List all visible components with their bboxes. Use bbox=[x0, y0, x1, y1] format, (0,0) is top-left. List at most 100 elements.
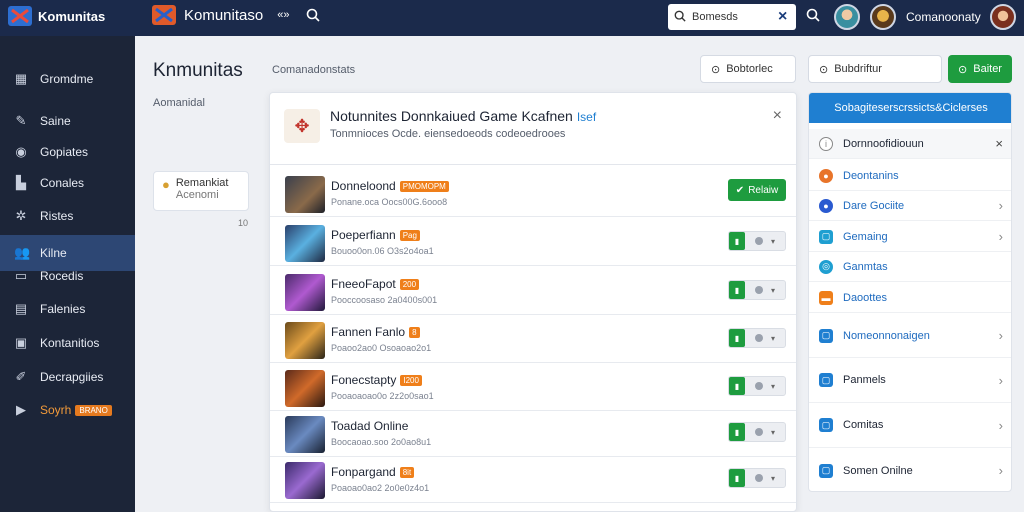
chevron-right-icon[interactable]: › bbox=[999, 328, 1003, 343]
list-item[interactable]: Fonecstapty I200 Pooaoaoao0o 2z2o0sao1 ▮ ▾ bbox=[270, 363, 796, 411]
info-count: 10 bbox=[238, 218, 249, 228]
game-name: Fannen Fanlo bbox=[331, 325, 406, 339]
chevron-down-icon[interactable]: ▾ bbox=[771, 334, 775, 343]
sidebar-item-label: Gopiates bbox=[40, 145, 89, 159]
sidebar-item-soyrh[interactable]: ▶ Soyrh BRANO bbox=[0, 395, 135, 425]
panel-item[interactable]: i Dornnoofidiouun × bbox=[809, 129, 1011, 159]
avatar[interactable] bbox=[834, 4, 860, 30]
sidebar-item-label: Soyrh bbox=[40, 403, 72, 417]
close-icon[interactable]: × bbox=[773, 107, 782, 125]
sidebar-item-ristes[interactable]: ✲ Ristes bbox=[0, 201, 135, 231]
row-toggle[interactable]: ▮ ▾ bbox=[728, 422, 786, 442]
add-button[interactable]: ⊙ Baiter bbox=[948, 55, 1012, 83]
chevron-down-icon[interactable]: ▾ bbox=[771, 428, 775, 437]
toggle-on-icon[interactable]: ▮ bbox=[729, 281, 745, 299]
dialog-title: Notunnites Donnkaiued Game Kcafnen Isef bbox=[330, 108, 596, 124]
row-toggle[interactable]: ▮ ▾ bbox=[728, 376, 786, 396]
panel-header[interactable]: Sobagiteserscrssicts&Ciclerses bbox=[809, 93, 1011, 123]
info-card[interactable]: ● Remankiat Acenomi bbox=[153, 171, 249, 211]
game-thumbnail bbox=[285, 322, 325, 359]
sidebar-item-conales[interactable]: ▙ Conales bbox=[0, 168, 135, 198]
row-toggle[interactable]: ▮ ▾ bbox=[728, 231, 786, 251]
window-icon: ▢ bbox=[819, 463, 833, 478]
panel-item[interactable]: ▢ Panmels › bbox=[809, 358, 1011, 403]
list-item[interactable]: Donneloond PMOMOPM Ponane.oca Oocs00G.6oo… bbox=[270, 169, 796, 217]
toggle-on-icon[interactable]: ▮ bbox=[729, 232, 745, 250]
sidebar-item-kontanitios[interactable]: ▣ Kontanitios bbox=[0, 328, 135, 358]
toggle-on-icon[interactable]: ▮ bbox=[729, 329, 745, 347]
sidebar-item-label: Kontanitios bbox=[40, 336, 100, 350]
logo-icon bbox=[152, 5, 176, 25]
avatar[interactable] bbox=[870, 4, 896, 30]
search-icon[interactable] bbox=[306, 8, 320, 25]
sidebar-item-label: Gromdme bbox=[40, 72, 94, 86]
brand-left-text: Komunitas bbox=[38, 8, 106, 24]
clear-search-icon[interactable]: × bbox=[778, 8, 787, 26]
toggle-on-icon[interactable]: ▮ bbox=[729, 469, 745, 487]
game-title: Donneloond PMOMOPM bbox=[331, 179, 449, 193]
search-input[interactable] bbox=[692, 11, 772, 23]
list-item[interactable]: Toadad Online Boocaoao.soo 2o0ao8u1 ▮ ▾ bbox=[270, 409, 796, 457]
sidebar-item-gopiates[interactable]: ◉ Gopiates bbox=[0, 137, 135, 167]
search-button[interactable]: ⊙ Bubdriftur bbox=[808, 55, 942, 83]
panel-item[interactable]: ▢ Nomeonnonaigen › bbox=[809, 314, 1011, 358]
filter-button[interactable]: ⊙ Bobtorlec bbox=[700, 55, 796, 83]
add-button-label: Baiter bbox=[973, 63, 1002, 75]
panel-item[interactable]: ◎ Ganmtas bbox=[809, 252, 1011, 282]
list-item[interactable]: Fonpargand 8it Poaoao0ao2 2o0e0z4o1 ▮ ▾ bbox=[270, 455, 796, 503]
brand-left[interactable]: Komunitas bbox=[8, 6, 105, 26]
close-icon[interactable]: × bbox=[995, 136, 1003, 151]
chevron-right-icon[interactable]: › bbox=[999, 229, 1003, 244]
list-item[interactable]: Poeperfiann Pag Bouoo0on.06 O3s2o4oa1 ▮ ▾ bbox=[270, 218, 796, 266]
row-toggle[interactable]: ▮ ▾ bbox=[728, 328, 786, 348]
chevron-down-icon[interactable]: ▾ bbox=[771, 286, 775, 295]
game-tag: 8it bbox=[399, 466, 415, 478]
chevron-right-icon[interactable]: › bbox=[999, 418, 1003, 433]
chevron-right-icon[interactable]: › bbox=[999, 198, 1003, 213]
install-button[interactable]: ✔ Relaiw bbox=[728, 179, 786, 201]
circle-icon: ⊙ bbox=[958, 63, 968, 76]
panel-item[interactable]: ▢ Gemaing › bbox=[809, 222, 1011, 252]
chevron-down-icon[interactable]: ▾ bbox=[771, 382, 775, 391]
list-item[interactable]: FneeoFapot 200 Pooccoosaso 2a0400s001 ▮ ▾ bbox=[270, 267, 796, 315]
sidebar-item-rocedis[interactable]: ▭ Rocedis bbox=[0, 261, 135, 291]
row-toggle[interactable]: ▮ ▾ bbox=[728, 280, 786, 300]
sidebar-item-home[interactable]: ▦ Gromdme bbox=[0, 64, 135, 94]
wrench-icon: ✐ bbox=[15, 369, 27, 384]
panel-item[interactable]: ● Deontanins bbox=[809, 161, 1011, 191]
sidebar-item-decrapgiies[interactable]: ✐ Decrapgiies bbox=[0, 362, 135, 392]
chevron-down-icon[interactable]: «» bbox=[277, 9, 289, 21]
game-controller-icon: ✥ bbox=[284, 109, 320, 143]
chevron-right-icon[interactable]: › bbox=[999, 373, 1003, 388]
status-badge: BRANO bbox=[75, 404, 112, 416]
filter-icon: ⊙ bbox=[711, 63, 721, 76]
brand-center[interactable]: Komunitaso «» bbox=[152, 5, 289, 25]
check-icon: ✔ bbox=[735, 184, 745, 196]
list-item[interactable]: Fannen Fanlo 8 Poaoo2ao0 Osoaoao2o1 ▮ ▾ bbox=[270, 315, 796, 363]
panel-item[interactable]: ▢ Somen Onilne › bbox=[809, 448, 1011, 491]
section-label: Aomanidal bbox=[153, 97, 205, 109]
toggle-on-icon[interactable]: ▮ bbox=[729, 423, 745, 441]
sidebar-item-saine[interactable]: ✎ Saine bbox=[0, 106, 135, 136]
sidebar-item-falenies[interactable]: ▤ Falenies bbox=[0, 294, 135, 324]
game-title: Fonecstapty I200 bbox=[331, 373, 422, 387]
row-toggle[interactable]: ▮ ▾ bbox=[728, 468, 786, 488]
categories-panel: Sobagiteserscrssicts&Ciclerses i Dornnoo… bbox=[808, 92, 1012, 492]
globe-icon: ◎ bbox=[819, 259, 833, 274]
chevron-right-icon[interactable]: › bbox=[999, 463, 1003, 478]
panel-item[interactable]: ▬ Daoottes bbox=[809, 283, 1011, 313]
chevron-down-icon[interactable]: ▾ bbox=[771, 474, 775, 483]
game-name: FneeoFapot bbox=[331, 277, 396, 291]
user-name[interactable]: Comanoonaty bbox=[906, 10, 981, 24]
panel-item[interactable]: ● Dare Gociite › bbox=[809, 191, 1011, 221]
panel-item[interactable]: ▢ Comitas › bbox=[809, 403, 1011, 448]
search-box[interactable]: × bbox=[668, 4, 796, 30]
game-thumbnail bbox=[285, 176, 325, 213]
search-icon[interactable] bbox=[806, 8, 820, 25]
dot-icon bbox=[755, 237, 763, 245]
download-dialog: ✥ Notunnites Donnkaiued Game Kcafnen Isef… bbox=[269, 92, 797, 512]
avatar[interactable] bbox=[990, 4, 1016, 30]
chevron-down-icon[interactable]: ▾ bbox=[771, 237, 775, 246]
game-meta: Ponane.oca Oocs00G.6ooo8 bbox=[331, 197, 448, 207]
toggle-on-icon[interactable]: ▮ bbox=[729, 377, 745, 395]
